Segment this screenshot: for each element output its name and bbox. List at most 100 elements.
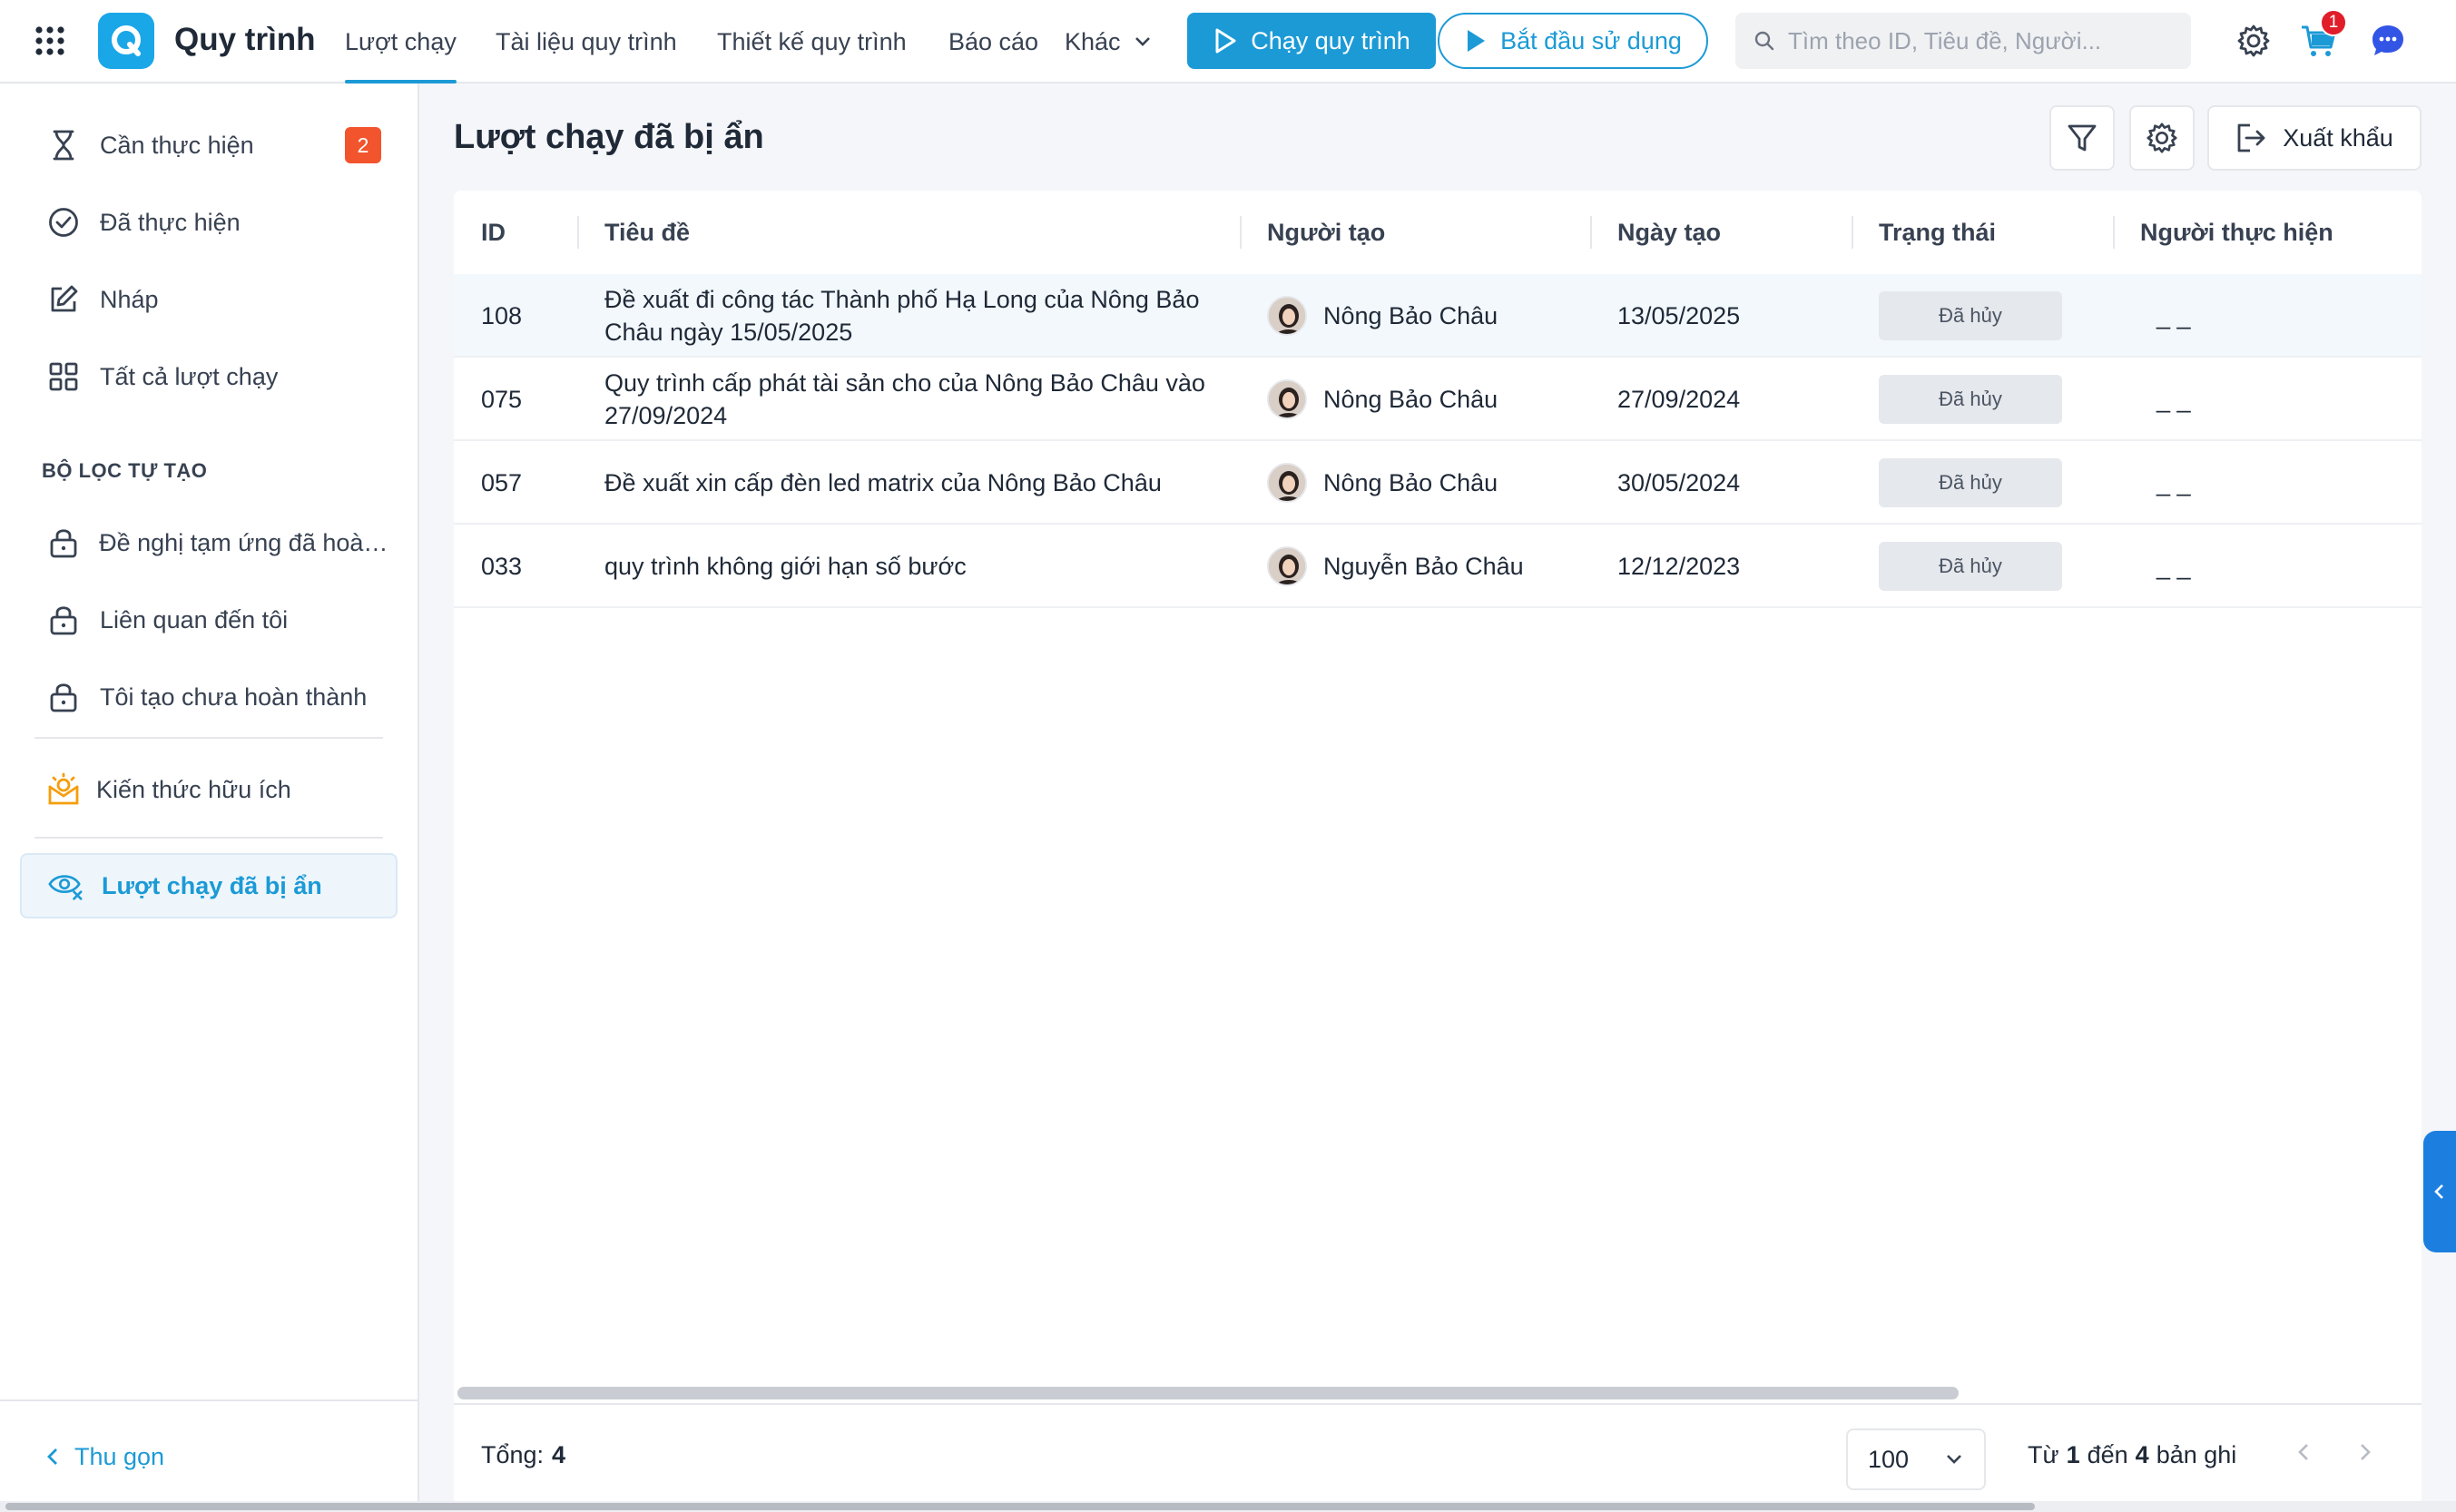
sidebar-item-label: Tất cả lượt chạy xyxy=(100,362,279,390)
row-status: Đã hủy xyxy=(1879,274,2062,358)
sidebar-filter-created-unfinished[interactable]: Tôi tạo chưa hoàn thành xyxy=(20,664,398,730)
column-divider xyxy=(1240,216,1242,249)
range-from-label: Từ xyxy=(2028,1440,2059,1468)
creator-name: Nông Bảo Châu xyxy=(1323,301,1498,329)
to-do-count-badge: 2 xyxy=(345,127,381,163)
filter-button[interactable] xyxy=(2049,105,2115,171)
table-row[interactable]: 033 quy trình không giới hạn số bước Ngu… xyxy=(454,525,2422,608)
app-title: Quy trình xyxy=(174,22,316,57)
start-using-button[interactable]: Bắt đầu sử dụng xyxy=(1438,13,1708,69)
run-process-button[interactable]: Chạy quy trình xyxy=(1187,13,1436,69)
nav-tab-reports[interactable]: Báo cáo xyxy=(948,0,1038,83)
row-status: Đã hủy xyxy=(1879,441,2062,525)
sidebar-item-all-runs[interactable]: Tất cả lượt chạy xyxy=(20,344,398,409)
lock-icon xyxy=(45,679,82,715)
hourglass-icon xyxy=(45,127,82,163)
cart-badge: 1 xyxy=(2320,9,2347,36)
row-title[interactable]: quy trình không giới hạn số bước xyxy=(604,525,1222,608)
row-title-line: Đề xuất xin cấp đèn led matrix của Nông … xyxy=(604,469,1162,496)
nav-tab-label: Thiết kế quy trình xyxy=(717,27,907,55)
chevron-left-icon xyxy=(47,1448,57,1465)
table-footer: Tổng: 4 100 Từ 1 đến 4 bản ghi xyxy=(454,1403,2422,1505)
range-to: 4 xyxy=(2135,1440,2149,1468)
sidebar-item-label: Cần thực hiện xyxy=(100,131,254,159)
nav-tab-documents[interactable]: Tài liệu quy trình xyxy=(496,0,677,83)
creator-name: Nông Bảo Châu xyxy=(1323,385,1498,413)
sidebar: Cần thực hiện 2 Đã thực hiện Nháp Tất cả… xyxy=(0,83,419,1512)
sidebar-item-to-do[interactable]: Cần thực hiện 2 xyxy=(20,113,398,178)
nav-tab-label: Khác xyxy=(1065,27,1121,55)
nav-tab-runs[interactable]: Lượt chạy xyxy=(345,0,457,83)
custom-filters-heading: BỘ LỌC TỰ TẠO xyxy=(42,459,208,482)
chat-icon[interactable] xyxy=(2367,20,2409,62)
scrollbar-thumb[interactable] xyxy=(5,1503,2035,1510)
avatar xyxy=(1267,546,1307,586)
settings-gear-icon[interactable] xyxy=(2233,20,2274,62)
table-row[interactable]: 108 Đề xuất đi công tác Thành phố Hạ Lon… xyxy=(454,274,2422,358)
avatar xyxy=(1267,463,1307,503)
row-assignee: _ _ xyxy=(2156,301,2191,329)
nav-tab-label: Lượt chạy xyxy=(345,27,457,55)
row-title[interactable]: Quy trình cấp phát tài sản cho của Nông … xyxy=(604,358,1222,441)
edit-icon xyxy=(45,281,82,318)
row-title-line: Quy trình cấp phát tài sản cho của Nông … xyxy=(604,369,1205,397)
range-to-label: đến xyxy=(2087,1440,2128,1468)
eye-hidden-icon xyxy=(47,868,84,904)
page-horizontal-scrollbar[interactable] xyxy=(0,1501,2456,1512)
top-bar: Quy trình Lượt chạy Tài liệu quy trình T… xyxy=(0,0,2456,83)
apps-grid-icon[interactable] xyxy=(34,25,65,56)
table-row[interactable]: 057 Đề xuất xin cấp đèn led matrix của N… xyxy=(454,441,2422,525)
row-assignee: _ _ xyxy=(2156,468,2191,496)
next-page-button[interactable] xyxy=(2358,1441,2372,1469)
column-divider xyxy=(1590,216,1592,249)
sidebar-item-draft[interactable]: Nháp xyxy=(20,267,398,332)
row-title[interactable]: Đề xuất đi công tác Thành phố Hạ Long củ… xyxy=(604,274,1222,358)
search-box xyxy=(1735,13,2191,69)
column-divider xyxy=(2113,216,2115,249)
collapse-sidebar-button[interactable]: Thu gọn xyxy=(0,1399,418,1512)
sidebar-item-label: Lượt chạy đã bị ẩn xyxy=(102,871,322,899)
avatar xyxy=(1267,296,1307,336)
sidebar-item-done[interactable]: Đã thực hiện xyxy=(20,190,398,255)
horizontal-scrollbar[interactable] xyxy=(457,1387,1959,1399)
column-header-assignee[interactable]: Người thực hiện xyxy=(2140,191,2333,274)
grid-icon xyxy=(45,358,82,395)
row-title[interactable]: Đề xuất xin cấp đèn led matrix của Nông … xyxy=(604,441,1222,525)
lock-icon xyxy=(45,602,82,638)
search-input[interactable] xyxy=(1788,26,2169,55)
column-header-status[interactable]: Trạng thái xyxy=(1879,191,1996,274)
check-circle-icon xyxy=(45,204,82,241)
user-icon[interactable] xyxy=(2438,20,2456,62)
app-logo-icon[interactable] xyxy=(98,13,154,69)
column-header-creator[interactable]: Người tạo xyxy=(1267,191,1385,274)
previous-page-button[interactable] xyxy=(2296,1441,2311,1469)
table-settings-button[interactable] xyxy=(2129,105,2195,171)
export-button[interactable]: Xuất khẩu xyxy=(2207,105,2422,171)
column-header-created-date[interactable]: Ngày tạo xyxy=(1617,191,1721,274)
row-title-line: 27/09/2024 xyxy=(604,402,728,429)
sidebar-item-knowledge[interactable]: Kiến thức hữu ích xyxy=(20,757,398,822)
row-created-date: 12/12/2023 xyxy=(1617,552,1741,580)
table-row[interactable]: 075 Quy trình cấp phát tài sản cho của N… xyxy=(454,358,2422,441)
column-header-id[interactable]: ID xyxy=(481,191,506,274)
sidebar-filter-advance-request[interactable]: Đề nghị tạm ứng đã hoàn ... xyxy=(20,510,398,575)
row-creator: Nông Bảo Châu xyxy=(1267,441,1498,525)
row-id: 057 xyxy=(481,468,523,496)
sidebar-item-label: Liên quan đến tôi xyxy=(100,605,289,633)
filter-icon xyxy=(2068,124,2097,152)
sidebar-filter-related-to-me[interactable]: Liên quan đến tôi xyxy=(20,587,398,653)
status-badge: Đã hủy xyxy=(1879,542,2062,591)
sidebar-divider xyxy=(34,837,383,839)
cart-icon[interactable]: 1 xyxy=(2298,9,2347,62)
nav-tab-more[interactable]: Khác xyxy=(1065,0,1152,83)
row-assignee: _ _ xyxy=(2156,385,2191,413)
record-range: Từ 1 đến 4 bản ghi xyxy=(2028,1441,2236,1469)
avatar xyxy=(1267,379,1307,419)
nav-tab-design[interactable]: Thiết kế quy trình xyxy=(717,0,907,83)
lightbulb-book-icon xyxy=(45,771,82,808)
page-size-select[interactable]: 100 xyxy=(1846,1429,1986,1490)
column-header-title[interactable]: Tiêu đề xyxy=(604,191,690,274)
side-panel-toggle[interactable] xyxy=(2423,1131,2456,1252)
sidebar-item-hidden-runs[interactable]: Lượt chạy đã bị ẩn xyxy=(20,853,398,918)
row-id: 075 xyxy=(481,385,523,413)
